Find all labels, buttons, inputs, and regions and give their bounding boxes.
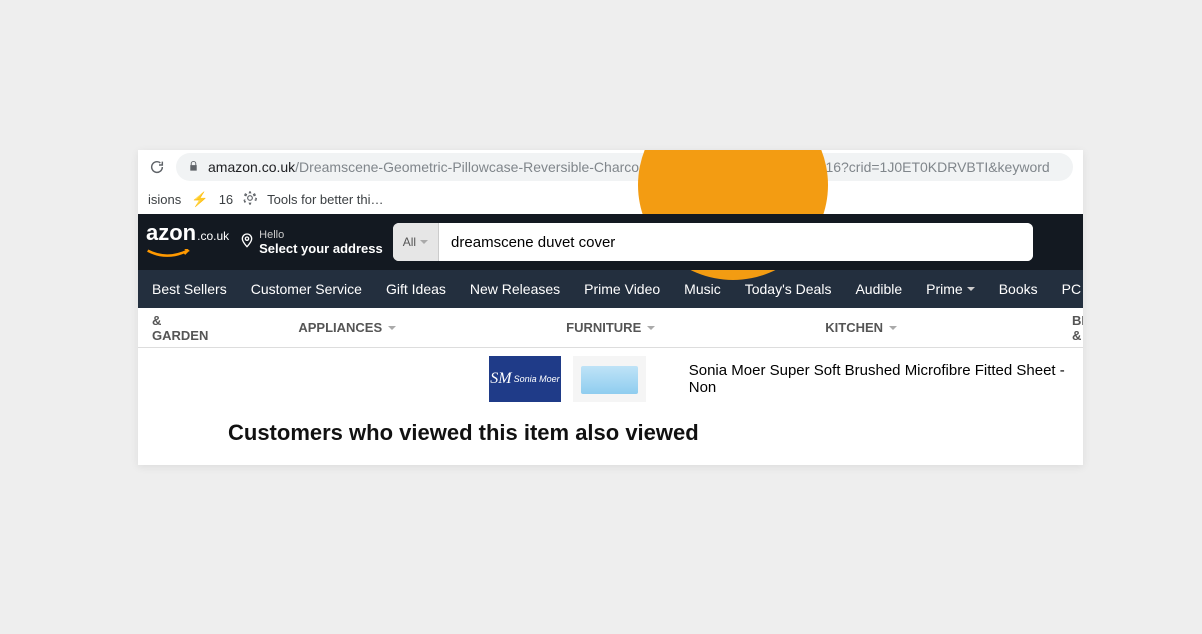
deliver-hello: Hello [259,229,383,241]
bolt-icon[interactable]: ⚡ [191,191,208,208]
deliver-to[interactable]: Hello Select your address [239,229,383,256]
settings-icon[interactable] [243,191,257,208]
bookmark-tools[interactable]: Tools for better thi… [267,192,383,207]
nav-books[interactable]: Books [999,281,1038,297]
product-title: Sonia Moer Super Soft Brushed Microfibre… [689,362,1069,396]
product-image-thumb [573,356,646,402]
chevron-down-icon [967,287,975,291]
nav-gift-ideas[interactable]: Gift Ideas [386,281,446,297]
nav-prime[interactable]: Prime [926,281,975,297]
nav-music[interactable]: Music [684,281,721,297]
nav-pc[interactable]: PC & [1062,281,1083,297]
search-category-dropdown[interactable]: All [393,223,439,261]
chevron-down-icon [388,326,396,330]
subnav-garden[interactable]: & GARDEN [152,313,208,343]
nav-new-releases[interactable]: New Releases [470,281,560,297]
search-input[interactable] [439,223,1033,261]
amazon-header: azon.co.uk Hello Select your address All [138,214,1083,270]
location-pin-icon [239,231,255,253]
subnav-bedding[interactable]: BEDDING & L [1072,313,1083,343]
nav-todays-deals[interactable]: Today's Deals [745,281,832,297]
subnav-kitchen[interactable]: KITCHEN [825,320,897,335]
sponsored-product-row[interactable]: SMSonia Moer Sonia Moer Super Soft Brush… [138,348,1083,410]
brand-logo-thumb: SMSonia Moer [489,356,562,402]
nav-prime-video[interactable]: Prime Video [584,281,660,297]
search-bar: All [393,223,1033,261]
search-category-label: All [403,235,416,249]
browser-toolbar: amazon.co.uk/Dreamscene-Geometric-Pillow… [138,150,1083,184]
amazon-logo[interactable]: azon.co.uk [146,220,229,264]
url-text: amazon.co.uk/Dreamscene-Geometric-Pillow… [208,159,1050,175]
reload-icon[interactable] [148,158,166,176]
nav-customer-service[interactable]: Customer Service [251,281,362,297]
bookmarks-bar: isions ⚡ 16 Tools for better thi… [138,184,1083,214]
browser-window: amazon.co.uk/Dreamscene-Geometric-Pillow… [138,150,1083,465]
address-bar[interactable]: amazon.co.uk/Dreamscene-Geometric-Pillow… [176,153,1073,181]
deliver-select: Select your address [259,241,383,256]
chevron-down-icon [647,326,655,330]
bookmark-count[interactable]: 16 [219,192,233,207]
nav-audible[interactable]: Audible [855,281,902,297]
nav-best-sellers[interactable]: Best Sellers [152,281,227,297]
extension-partial[interactable]: isions [148,192,181,207]
subnav-furniture[interactable]: FURNITURE [566,320,655,335]
chevron-down-icon [420,240,428,244]
section-heading: Customers who viewed this item also view… [138,410,1083,456]
amazon-nav: Best Sellers Customer Service Gift Ideas… [138,270,1083,308]
category-subnav: & GARDEN APPLIANCES FURNITURE KITCHEN BE… [138,308,1083,348]
subnav-appliances[interactable]: APPLIANCES [298,320,396,335]
lock-icon [188,160,200,175]
chevron-down-icon [889,326,897,330]
